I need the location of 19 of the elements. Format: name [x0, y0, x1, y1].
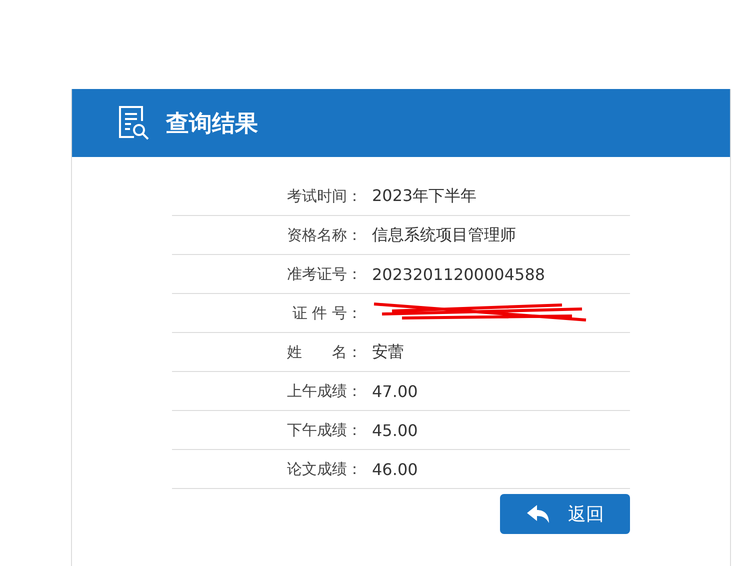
field-value: 2023年下半年 — [372, 186, 477, 206]
field-label: 准考证号： — [286, 264, 363, 284]
field-label: 论文成绩： — [286, 460, 363, 478]
field-value: 20232011200004588 — [372, 264, 546, 284]
field-value: 47.00 — [372, 382, 418, 400]
back-arrow-icon — [526, 504, 550, 524]
field-value: 安蕾 — [372, 342, 404, 362]
field-label: 下午成绩： — [286, 420, 363, 440]
field-label: 姓 名： — [286, 342, 363, 362]
panel-title: 查询结果 — [166, 110, 258, 138]
field-label: 上午成绩： — [286, 382, 363, 400]
field-label: 证 件 号： — [291, 304, 363, 322]
field-value: 45.00 — [372, 420, 418, 440]
document-search-icon — [118, 105, 150, 141]
field-value: 46.00 — [372, 460, 418, 478]
field-label: 考试时间： — [286, 186, 363, 206]
field-label: 资格名称： — [286, 226, 363, 244]
field-value: 信息系统项目管理师 — [372, 224, 516, 246]
back-button[interactable]: 返回 — [500, 494, 630, 534]
